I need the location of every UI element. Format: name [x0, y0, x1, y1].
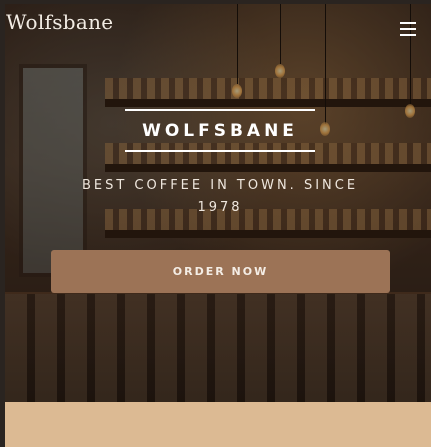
lower-section-band — [5, 402, 431, 447]
hero-title-block: WOLFSBANE — [125, 109, 315, 152]
site-logo[interactable]: Wolfsbane — [6, 10, 113, 34]
hero-tagline: BEST COFFEE IN TOWN. SINCE 1978 — [81, 178, 359, 215]
hero-title: WOLFSBANE — [142, 121, 298, 141]
order-now-button[interactable]: ORDER NOW — [51, 250, 390, 293]
title-divider-bottom — [125, 150, 315, 152]
title-divider-top — [125, 109, 315, 111]
hamburger-menu-icon[interactable] — [400, 22, 416, 36]
